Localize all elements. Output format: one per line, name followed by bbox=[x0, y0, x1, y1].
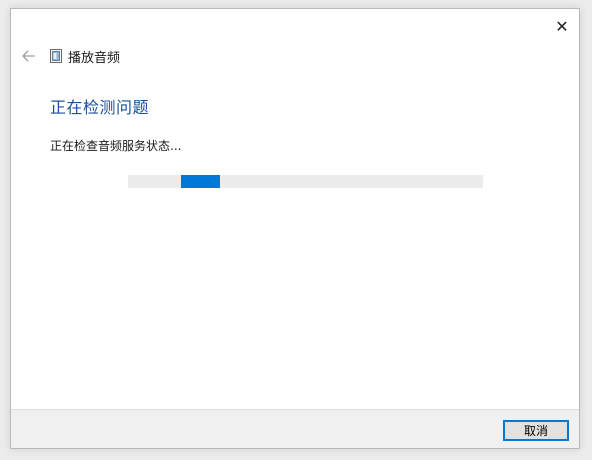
footer-bar: 取消 bbox=[11, 409, 579, 448]
app-title: 播放音频 bbox=[68, 50, 121, 66]
cancel-button[interactable]: 取消 bbox=[503, 420, 569, 441]
troubleshooter-icon bbox=[49, 49, 63, 63]
progress-indicator bbox=[181, 175, 221, 188]
close-icon: ✕ bbox=[555, 16, 569, 36]
header: 播放音频 bbox=[19, 46, 120, 66]
page-heading: 正在检测问题 bbox=[50, 98, 150, 117]
back-button[interactable] bbox=[19, 46, 39, 66]
progress-bar bbox=[128, 175, 483, 188]
status-text: 正在检查音频服务状态... bbox=[50, 139, 182, 153]
close-button[interactable]: ✕ bbox=[551, 15, 573, 37]
troubleshooter-window: ✕ 播放音频 正在检测问题 正在检查音频服务状态... 取消 bbox=[10, 8, 580, 449]
back-arrow-icon bbox=[22, 50, 35, 62]
